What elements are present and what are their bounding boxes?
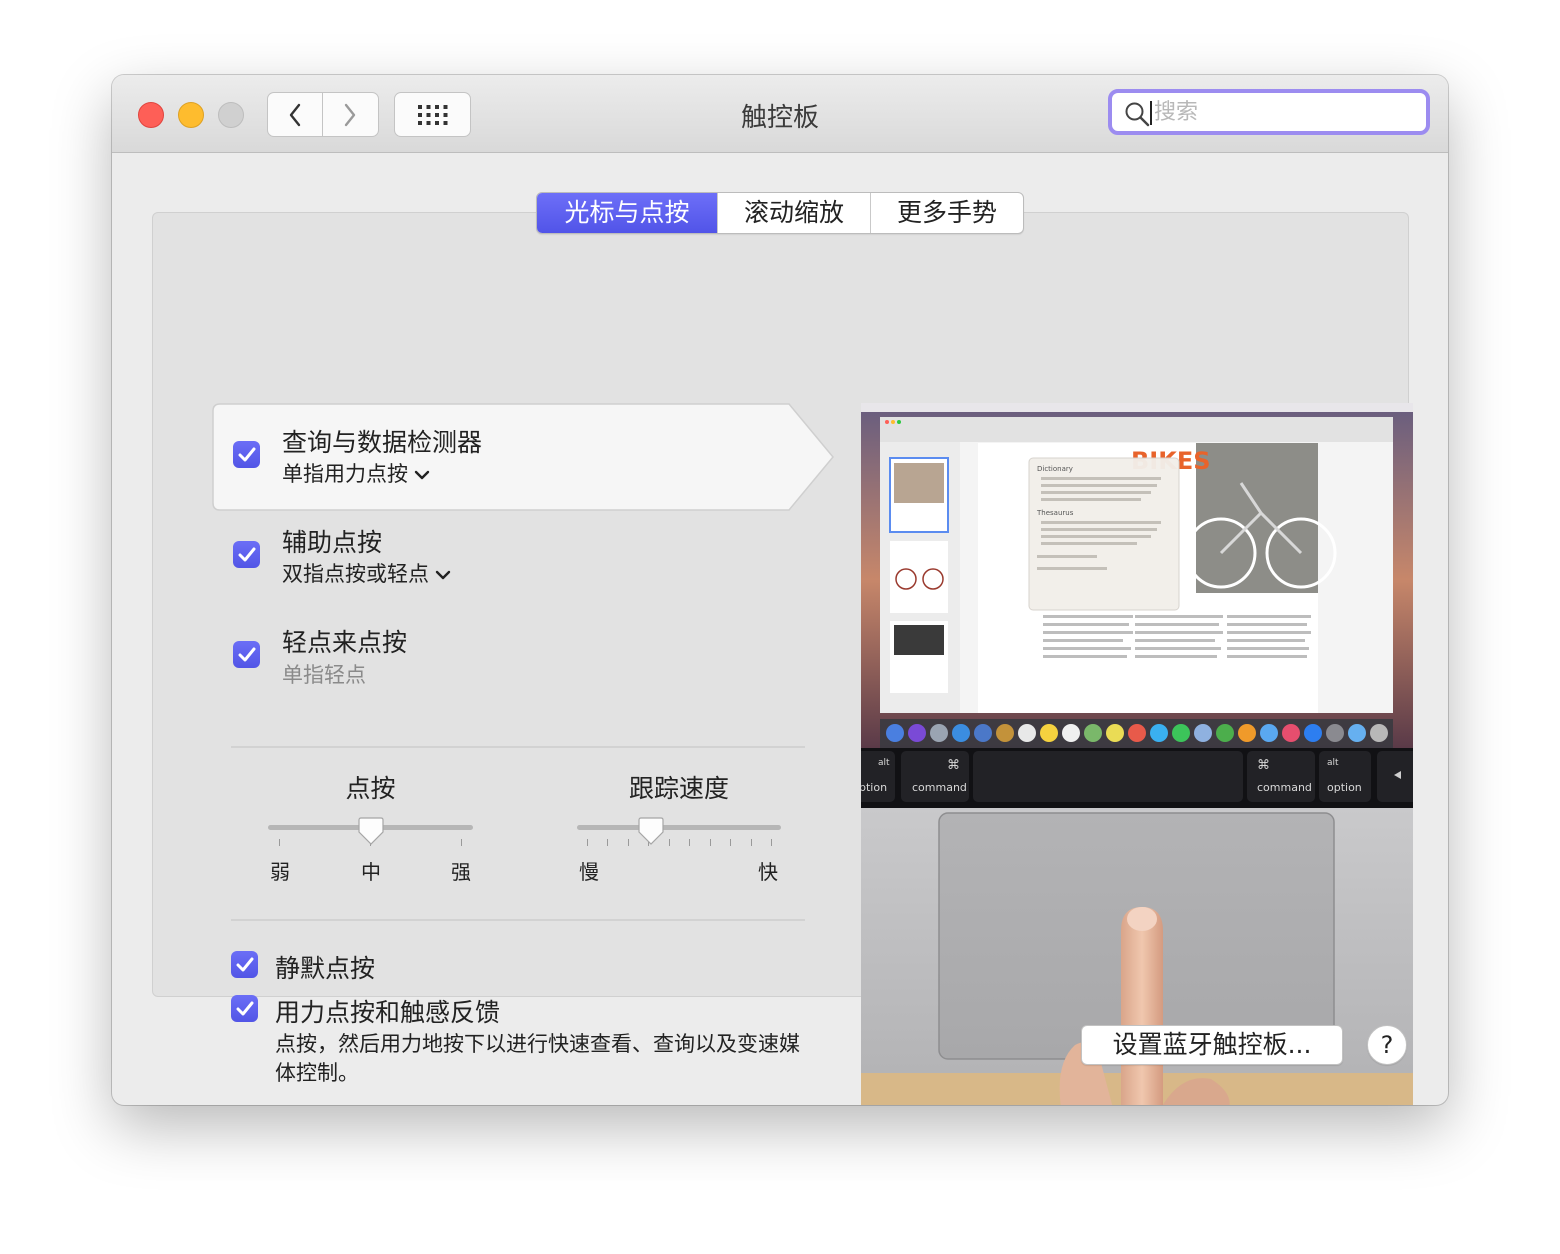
key-option-left: ption [861,781,887,794]
tab-point-and-click[interactable]: 光标与点按 [537,193,717,233]
slider-tick [730,839,732,846]
lookup-gesture-dropdown[interactable]: 单指用力点按 [282,458,430,488]
tracking-fast-label: 快 [758,860,778,884]
dock-app-icons [886,724,1388,742]
popover-dictionary-label: Dictionary [1037,465,1073,473]
checkmark-icon [238,547,255,561]
tracking-speed-label: 跟踪速度 [628,774,729,803]
tab-bar: 光标与点按 滚动缩放 更多手势 [536,192,1024,234]
checkmark-icon [238,447,255,461]
silent-click-checkbox[interactable] [231,951,258,978]
divider [231,919,805,921]
help-button[interactable]: ? [1367,1025,1407,1065]
key-command-left: command [912,781,967,794]
search-input[interactable] [1154,93,1414,131]
slider-tick [750,839,752,846]
gesture-preview-video: BIKES Dictionary Thesaurus [861,403,1413,1105]
popover-thesaurus-label: Thesaurus [1036,509,1074,517]
click-pressure-label: 点按 [345,774,396,803]
force-click-checkbox[interactable] [231,995,258,1022]
lookup-data-detectors-checkbox[interactable] [233,441,260,468]
force-click-description: 点按，然后用力地按下以进行快速查看、查询以及变速媒体控制。 [275,1032,800,1085]
key-option-right: option [1327,781,1362,794]
slider-tick [689,839,691,846]
setup-bluetooth-trackpad-button[interactable]: 设置蓝牙触控板... [1081,1025,1343,1065]
slider-tick [279,839,280,846]
key-alt-left: alt [878,758,890,768]
silent-click-label: 静默点按 [275,954,376,983]
preferences-window: 触控板 查询与数据检测器 单指用力点按 辅助点按 双指点按或轻点 [112,75,1448,1105]
secondary-click-label: 辅助点按 [282,528,383,557]
tap-to-click-label: 轻点来点按 [282,628,408,657]
lookup-popover: Dictionary Thesaurus [1028,457,1180,611]
title-bar: 触控板 [112,75,1448,153]
checkmark-icon [236,957,253,971]
tab-more-gestures[interactable]: 更多手势 [870,193,1023,233]
slider-tick [461,839,462,846]
checkmark-icon [238,647,255,661]
secondary-click-dropdown[interactable]: 双指点按或轻点 [282,558,451,588]
chevron-down-icon [435,570,451,580]
lookup-gesture-value: 单指用力点按 [282,462,408,486]
force-click-label: 用力点按和触感反馈 [275,998,501,1027]
search-field[interactable] [1108,89,1430,135]
key-alt-right: alt [1327,758,1339,768]
key-cmd-symbol-left: ⌘ [947,758,960,773]
key-cmd-symbol-right: ⌘ [1257,758,1270,773]
text-caret [1150,101,1152,125]
search-icon [1125,102,1150,127]
slider-tick [627,839,629,846]
slider-tick [587,839,588,846]
tracking-speed-knob[interactable] [638,817,664,845]
tracking-slow-label: 慢 [579,860,599,884]
tracking-speed-slider[interactable] [577,825,781,830]
key-command-right: command [1257,781,1312,794]
slider-tick [709,839,711,846]
divider [231,746,805,748]
slider-tick [607,839,609,846]
click-pressure-knob[interactable] [358,817,384,845]
tab-scroll-and-zoom[interactable]: 滚动缩放 [717,193,870,233]
chevron-down-icon [414,470,430,480]
settings-panel: 查询与数据检测器 单指用力点按 辅助点按 双指点按或轻点 轻点来点按 单指轻点 … [152,212,1413,1105]
menu-bar [861,403,1413,412]
tap-to-click-description: 单指轻点 [282,663,366,687]
lookup-data-detectors-label: 查询与数据检测器 [282,428,483,457]
slider-tick [668,839,670,846]
slider-tick [771,839,772,846]
checkmark-icon [236,1001,253,1015]
tap-to-click-checkbox[interactable] [233,641,260,668]
secondary-click-value: 双指点按或轻点 [282,562,429,586]
click-firm-label: 强 [451,860,471,884]
click-medium-label: 中 [361,860,381,884]
secondary-click-checkbox[interactable] [233,541,260,568]
click-weak-label: 弱 [270,860,290,884]
